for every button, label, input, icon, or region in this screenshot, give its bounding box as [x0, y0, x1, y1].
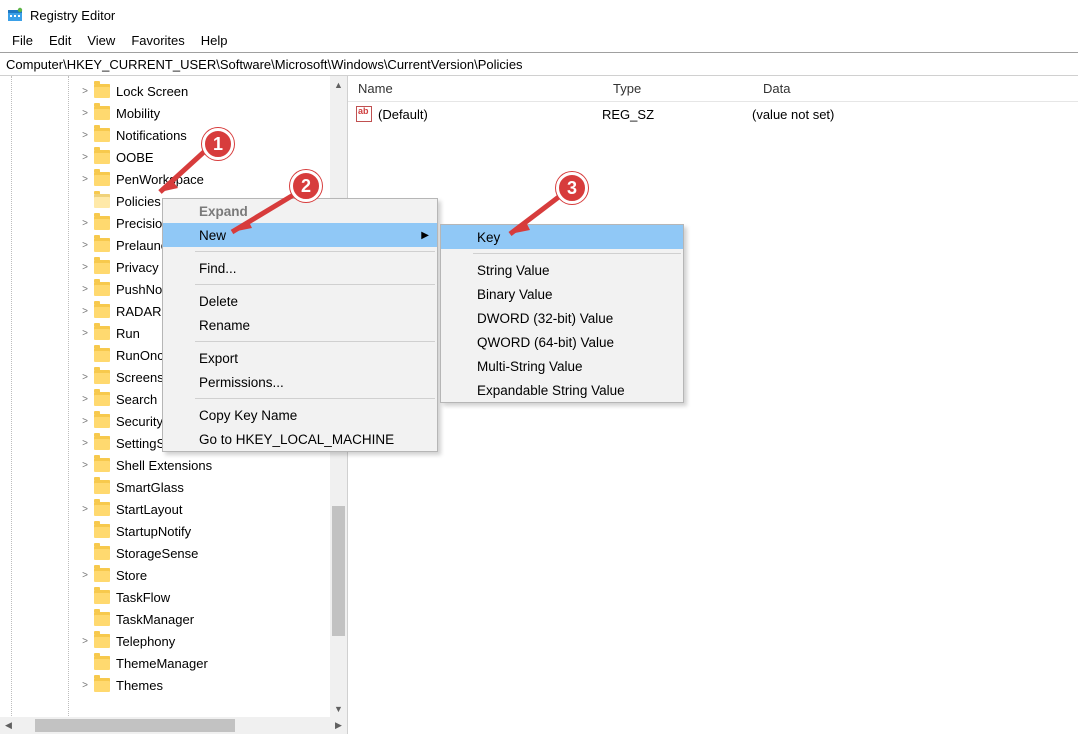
tree-item-label: StartupNotify — [116, 524, 191, 539]
tree-item[interactable]: > Shell Extensions — [0, 454, 347, 476]
folder-icon — [94, 414, 110, 428]
chevron-right-icon[interactable]: > — [78, 416, 92, 427]
menu-favorites[interactable]: Favorites — [123, 31, 192, 50]
context-menu-item[interactable]: Copy Key Name — [163, 403, 437, 427]
folder-icon — [94, 656, 110, 670]
col-data[interactable]: Data — [753, 77, 1078, 100]
window-title: Registry Editor — [30, 8, 115, 23]
tree-item-label: TaskManager — [116, 612, 194, 627]
menu-file[interactable]: File — [4, 31, 41, 50]
folder-icon — [94, 502, 110, 516]
chevron-right-icon[interactable]: > — [78, 438, 92, 449]
tree-item-label: ThemeManager — [116, 656, 208, 671]
scroll-right-arrow[interactable]: ▶ — [330, 717, 347, 734]
scroll-left-arrow[interactable]: ◀ — [0, 717, 17, 734]
tree-item[interactable]: > Telephony — [0, 630, 347, 652]
menu-separator — [195, 398, 435, 399]
context-menu-item[interactable]: Go to HKEY_LOCAL_MACHINE — [163, 427, 437, 451]
menu-help[interactable]: Help — [193, 31, 236, 50]
tree-item-label: SmartGlass — [116, 480, 184, 495]
main-split: >Lock Screen>Mobility>Notifications>OOBE… — [0, 76, 1078, 734]
tree-item-label: TaskFlow — [116, 590, 170, 605]
menu-view[interactable]: View — [79, 31, 123, 50]
tree-item-label: StorageSense — [116, 546, 198, 561]
tree-item-label: Shell Extensions — [116, 458, 212, 473]
tree-item-label: StartLayout — [116, 502, 183, 517]
annotation-badge-2: 2 — [290, 170, 322, 202]
scroll-down-arrow[interactable]: ▼ — [330, 700, 347, 717]
tree-item[interactable]: StartupNotify — [0, 520, 347, 542]
scroll-thumb-vertical[interactable] — [332, 506, 345, 636]
tree-item[interactable]: TaskFlow — [0, 586, 347, 608]
folder-icon — [94, 524, 110, 538]
folder-icon — [94, 612, 110, 626]
scroll-thumb-horizontal[interactable] — [35, 719, 235, 732]
tree-item-label: Themes — [116, 678, 163, 693]
context-menu-item[interactable]: Expandable String Value — [441, 378, 683, 402]
tree-item-label: Telephony — [116, 634, 175, 649]
tree-item[interactable]: TaskManager — [0, 608, 347, 630]
folder-icon — [94, 568, 110, 582]
titlebar: Registry Editor — [0, 0, 1078, 30]
tree-item[interactable]: > Store — [0, 564, 347, 586]
folder-icon — [94, 458, 110, 472]
annotation-arrow — [0, 76, 700, 376]
regedit-icon — [6, 6, 24, 24]
folder-icon — [94, 392, 110, 406]
chevron-right-icon[interactable]: > — [78, 570, 92, 581]
tree-item-label: Store — [116, 568, 147, 583]
chevron-right-icon[interactable]: > — [78, 636, 92, 647]
registry-editor-window: Registry Editor File Edit View Favorites… — [0, 0, 1078, 734]
tree-item[interactable]: StorageSense — [0, 542, 347, 564]
folder-icon — [94, 436, 110, 450]
chevron-right-icon[interactable]: > — [78, 394, 92, 405]
menubar: File Edit View Favorites Help — [0, 30, 1078, 52]
annotation-badge-1: 1 — [202, 128, 234, 160]
chevron-right-icon[interactable]: > — [78, 460, 92, 471]
annotation-badge-3: 3 — [556, 172, 588, 204]
menu-edit[interactable]: Edit — [41, 31, 79, 50]
folder-icon — [94, 480, 110, 494]
chevron-right-icon[interactable]: > — [78, 504, 92, 515]
tree-item[interactable]: > StartLayout — [0, 498, 347, 520]
chevron-right-icon[interactable]: > — [78, 680, 92, 691]
address-path: Computer\HKEY_CURRENT_USER\Software\Micr… — [6, 57, 523, 72]
folder-icon — [94, 678, 110, 692]
address-bar[interactable]: Computer\HKEY_CURRENT_USER\Software\Micr… — [0, 52, 1078, 76]
folder-icon — [94, 546, 110, 560]
tree-item[interactable]: SmartGlass — [0, 476, 347, 498]
tree-item[interactable]: > Themes — [0, 674, 347, 696]
folder-icon — [94, 590, 110, 604]
horizontal-scrollbar[interactable]: ◀ ▶ — [0, 717, 347, 734]
tree-item[interactable]: ThemeManager — [0, 652, 347, 674]
tree-item-label: Search — [116, 392, 157, 407]
value-data: (value not set) — [752, 107, 1078, 122]
folder-icon — [94, 634, 110, 648]
